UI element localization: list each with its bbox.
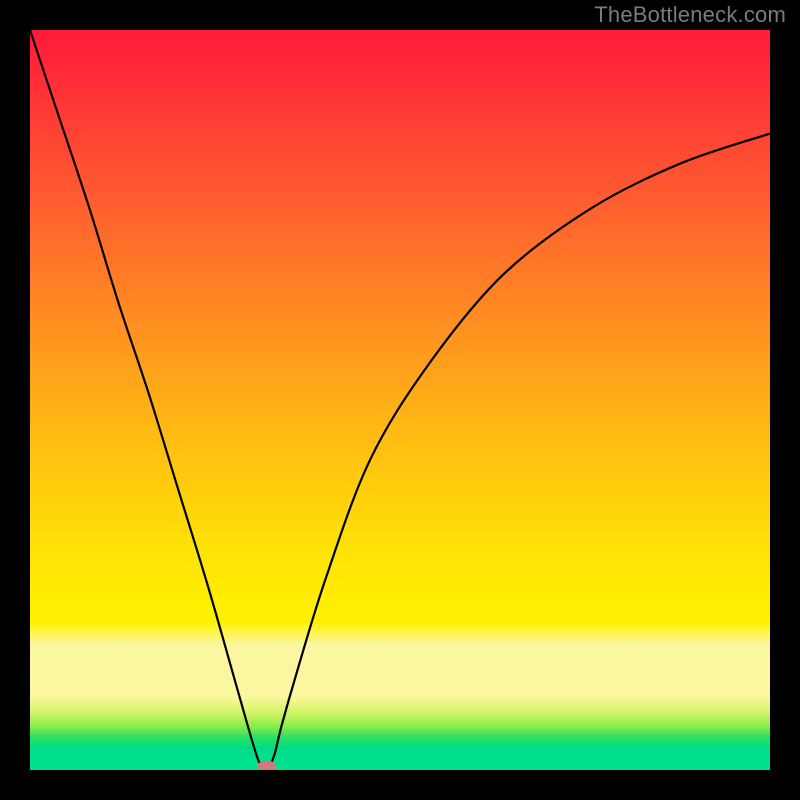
bottleneck-curve xyxy=(30,30,770,770)
watermark-text: TheBottleneck.com xyxy=(594,2,786,28)
chart-container: TheBottleneck.com xyxy=(0,0,800,800)
minimum-marker xyxy=(258,761,276,770)
plot-area xyxy=(30,30,770,770)
curve-svg xyxy=(30,30,770,770)
